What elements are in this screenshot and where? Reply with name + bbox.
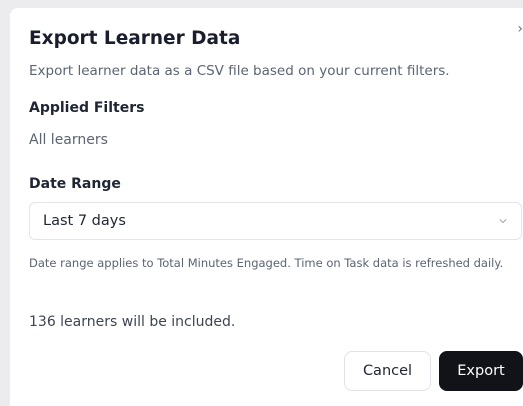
date-range-selected-value: Last 7 days <box>43 213 126 229</box>
export-dialog: › Export Learner Data Export learner dat… <box>10 8 523 406</box>
dialog-title: Export Learner Data <box>29 28 241 49</box>
export-button[interactable]: Export <box>439 351 523 391</box>
dialog-subtitle: Export learner data as a CSV file based … <box>29 63 450 79</box>
chevron-down-icon <box>499 219 507 224</box>
date-range-select[interactable]: Last 7 days <box>29 202 522 240</box>
learner-count-text: 136 learners will be included. <box>29 314 236 330</box>
applied-filters-label: Applied Filters <box>29 100 145 116</box>
date-range-note: Date range applies to Total Minutes Enga… <box>29 256 504 270</box>
date-range-label: Date Range <box>29 176 121 192</box>
close-icon[interactable]: › <box>517 22 523 36</box>
applied-filters-value: All learners <box>29 132 108 148</box>
cancel-button[interactable]: Cancel <box>344 351 431 391</box>
